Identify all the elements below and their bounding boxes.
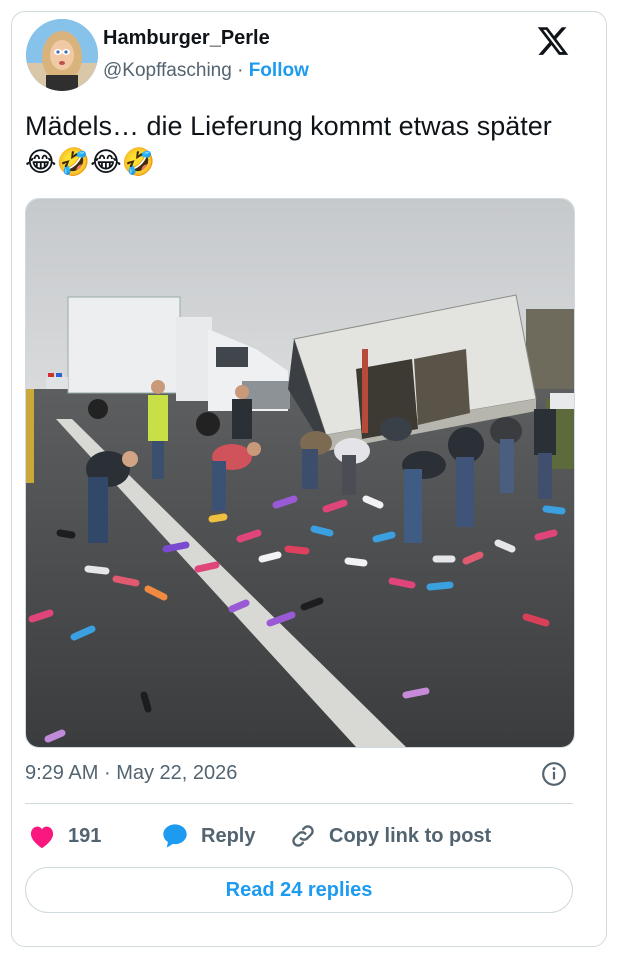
reply-bubble-icon [163, 824, 187, 848]
heart-icon [30, 826, 54, 849]
tweet-text: Mädels… die Lieferung kommt etwas später… [25, 111, 552, 177]
handle-row: @Kopffasching · Follow [103, 60, 309, 82]
time: 9:29 AM [25, 762, 99, 784]
display-name[interactable]: Hamburger_Perle [103, 27, 270, 50]
timestamp[interactable]: 9:29 AM · May 22, 2026 [25, 762, 237, 785]
link-icon [292, 825, 314, 847]
like-count: 191 [68, 824, 102, 847]
date: May 22, 2026 [116, 762, 238, 784]
reply-button[interactable]: Reply [161, 820, 255, 852]
read-replies-button[interactable]: Read 24 replies [25, 867, 573, 913]
follow-button[interactable]: Follow [249, 60, 309, 81]
avatar[interactable] [26, 19, 98, 91]
handle[interactable]: @Kopffasching [103, 60, 232, 81]
tweet-photo[interactable] [25, 198, 575, 748]
copy-link-button[interactable]: Copy link to post [289, 820, 491, 852]
divider [25, 803, 573, 804]
profile-photo-icon [26, 19, 98, 91]
photo-overturned-truck-icon [26, 199, 574, 747]
like-button[interactable]: 191 [28, 820, 101, 852]
separator: · [237, 60, 244, 81]
reply-label: Reply [201, 824, 256, 847]
x-logo-icon[interactable] [536, 24, 570, 58]
separator: · [103, 762, 111, 784]
info-icon[interactable] [541, 761, 567, 787]
copy-link-label: Copy link to post [329, 824, 492, 847]
